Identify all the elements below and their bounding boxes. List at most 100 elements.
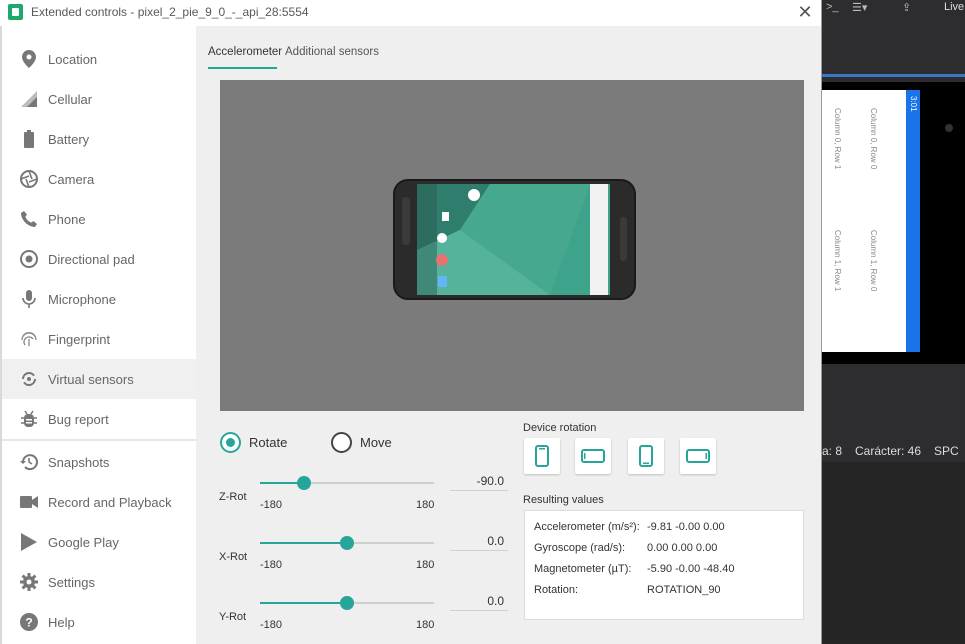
radio-rotate-indicator[interactable] xyxy=(220,432,241,453)
ide-toolbar: >_ ☰▾ ⇪ Live xyxy=(822,0,965,18)
sidebar-item-label: Bug report xyxy=(48,411,109,427)
tab-accelerometer[interactable]: Accelerometer xyxy=(208,46,282,58)
sidebar-item-label: Phone xyxy=(48,211,86,227)
z-rot-max-label: 180 xyxy=(416,499,435,511)
rotate-portrait-button[interactable] xyxy=(524,438,560,474)
battery-icon xyxy=(20,130,38,148)
sidebar-item-label: Snapshots xyxy=(48,454,110,470)
ide-status-bar: a: 8 Carácter: 46 SPC xyxy=(822,440,965,462)
z-rot-thumb[interactable] xyxy=(296,476,311,490)
sidebar-item-virtual-sensors[interactable]: Virtual sensors xyxy=(2,359,198,399)
x-rot-label: X-Rot xyxy=(219,551,248,563)
sidebar-item-label: Help xyxy=(48,614,75,630)
sidebar-item-phone[interactable]: Phone xyxy=(2,199,198,239)
sidebar-item-battery[interactable]: Battery xyxy=(2,119,198,159)
rotate-reverse-portrait-button[interactable] xyxy=(628,438,664,474)
live-share-label[interactable]: Live xyxy=(944,1,964,13)
resulting-values-label: Resulting values xyxy=(523,494,604,506)
x-rot-track[interactable] xyxy=(260,536,434,550)
x-rot-value-field[interactable]: 0.0 xyxy=(450,531,508,551)
ide-accent-line xyxy=(822,74,965,77)
active-tab-indicator xyxy=(208,67,277,69)
sidebar-item-camera[interactable]: Camera xyxy=(2,159,198,199)
terminal-icon[interactable]: >_ xyxy=(826,1,839,13)
sidebar-item-fingerprint[interactable]: Fingerprint xyxy=(2,319,198,359)
status-mode: SPC xyxy=(934,444,959,458)
x-rot-min-label: -180 xyxy=(260,559,283,571)
x-rot-track-fill xyxy=(260,542,347,544)
sidebar-item-label: Microphone xyxy=(48,291,116,307)
z-rot-slider-row: Z-Rot -180 180 -90.0 xyxy=(216,471,516,531)
sidebar-divider xyxy=(2,439,198,441)
sidebar-item-label: Battery xyxy=(48,131,90,147)
sidebar-item-settings[interactable]: Settings xyxy=(2,562,198,602)
sidebar-item-record-and-playback[interactable]: Record and Playback xyxy=(2,482,198,522)
y-rot-slider-row: Y-Rot -180 180 0.0 xyxy=(216,591,516,644)
sidebar-item-microphone[interactable]: Microphone xyxy=(2,279,198,319)
sidebar-item-label: Record and Playback xyxy=(48,494,172,510)
sidebar-item-google-play[interactable]: Google Play xyxy=(2,522,198,562)
title-bar: Extended controls - pixel_2_pie_9_0_-_ap… xyxy=(0,0,821,26)
x-rot-thumb[interactable] xyxy=(340,536,354,550)
window-title: Extended controls - pixel_2_pie_9_0_-_ap… xyxy=(31,5,309,19)
rotate-landscape-button[interactable] xyxy=(575,438,611,474)
y-rot-track-fill xyxy=(260,602,347,604)
phone-icon xyxy=(20,210,38,228)
close-button[interactable]: ✕ xyxy=(794,2,816,24)
emulator-status-bar: 3:01 xyxy=(906,90,920,352)
sidebar-item-snapshots[interactable]: Snapshots xyxy=(2,442,198,482)
grid-cell: Column 1, Row 0 xyxy=(869,230,878,292)
tab-additional-sensors[interactable]: Additional sensors xyxy=(285,46,379,58)
rotate-radio-label: Rotate xyxy=(249,435,288,450)
grid-cell: Column 1, Row 1 xyxy=(833,230,842,292)
move-radio-label: Move xyxy=(360,435,392,450)
resulting-values-box: Accelerometer (m/s²): -9.81 -0.00 0.00 G… xyxy=(524,510,804,620)
rotation-label: Rotation: xyxy=(534,584,579,596)
rotate-radio[interactable]: Rotate xyxy=(220,432,287,453)
y-rot-label: Y-Rot xyxy=(219,611,247,623)
sidebar-item-location[interactable]: Location xyxy=(2,39,198,79)
ide-background: >_ ☰▾ ⇪ Live Column 0, Row 1 Column 0, R… xyxy=(822,0,965,644)
accelerometer-value: -9.81 -0.00 0.00 xyxy=(647,521,725,533)
move-radio[interactable]: Move xyxy=(331,432,392,453)
x-rot-slider-row: X-Rot -180 180 0.0 xyxy=(216,531,516,591)
rotation-icon xyxy=(20,370,38,388)
z-rot-value-field[interactable]: -90.0 xyxy=(450,471,508,491)
toolbar-menu-icon[interactable]: ☰▾ xyxy=(852,1,867,14)
rotate-reverse-landscape-button[interactable] xyxy=(680,438,716,474)
sidebar-item-directional-pad[interactable]: Directional pad xyxy=(2,239,198,279)
location-pin-icon xyxy=(20,50,38,68)
radio-move-indicator[interactable] xyxy=(331,432,352,453)
videocam-icon xyxy=(20,493,38,511)
grid-cell: Column 0, Row 1 xyxy=(833,108,842,170)
sidebar-item-label: Location xyxy=(48,51,98,67)
sidebar-item-cellular[interactable]: Cellular xyxy=(2,79,198,119)
x-rot-max-label: 180 xyxy=(416,559,435,571)
help-icon: ? xyxy=(20,613,38,631)
sidebar-item-label: Google Play xyxy=(48,534,119,550)
emulator-app-screen: Column 0, Row 1 Column 0, Row 0 Column 1… xyxy=(822,90,906,352)
z-rot-track[interactable] xyxy=(260,476,434,490)
camera-dot-icon xyxy=(945,124,953,132)
ide-output-panel xyxy=(822,462,965,644)
share-icon[interactable]: ⇪ xyxy=(902,1,911,14)
history-icon xyxy=(20,453,38,471)
grid-cell: Column 0, Row 0 xyxy=(869,108,878,170)
magnetometer-label: Magnetometer (µT): xyxy=(534,563,632,575)
status-char: Carácter: 46 xyxy=(855,444,922,458)
sidebar-item-label: Settings xyxy=(48,574,95,590)
reverse-portrait-phone-icon xyxy=(639,445,653,467)
y-rot-track[interactable] xyxy=(260,596,434,610)
sidebar-item-bug-report[interactable]: Bug report xyxy=(2,399,198,439)
emulator-clock: 3:01 xyxy=(909,96,918,112)
landscape-phone-icon xyxy=(581,449,605,463)
sidebar-item-help[interactable]: ? Help xyxy=(2,602,198,642)
device-rotation-label: Device rotation xyxy=(523,422,597,434)
extended-controls-window: Extended controls - pixel_2_pie_9_0_-_ap… xyxy=(0,0,822,644)
y-rot-thumb[interactable] xyxy=(340,596,354,610)
sidebar-item-label: Cellular xyxy=(48,91,93,107)
device-3d-preview[interactable] xyxy=(220,80,804,411)
gyroscope-value: 0.00 0.00 0.00 xyxy=(647,542,718,554)
gear-icon xyxy=(20,573,38,591)
y-rot-value-field[interactable]: 0.0 xyxy=(450,591,508,611)
